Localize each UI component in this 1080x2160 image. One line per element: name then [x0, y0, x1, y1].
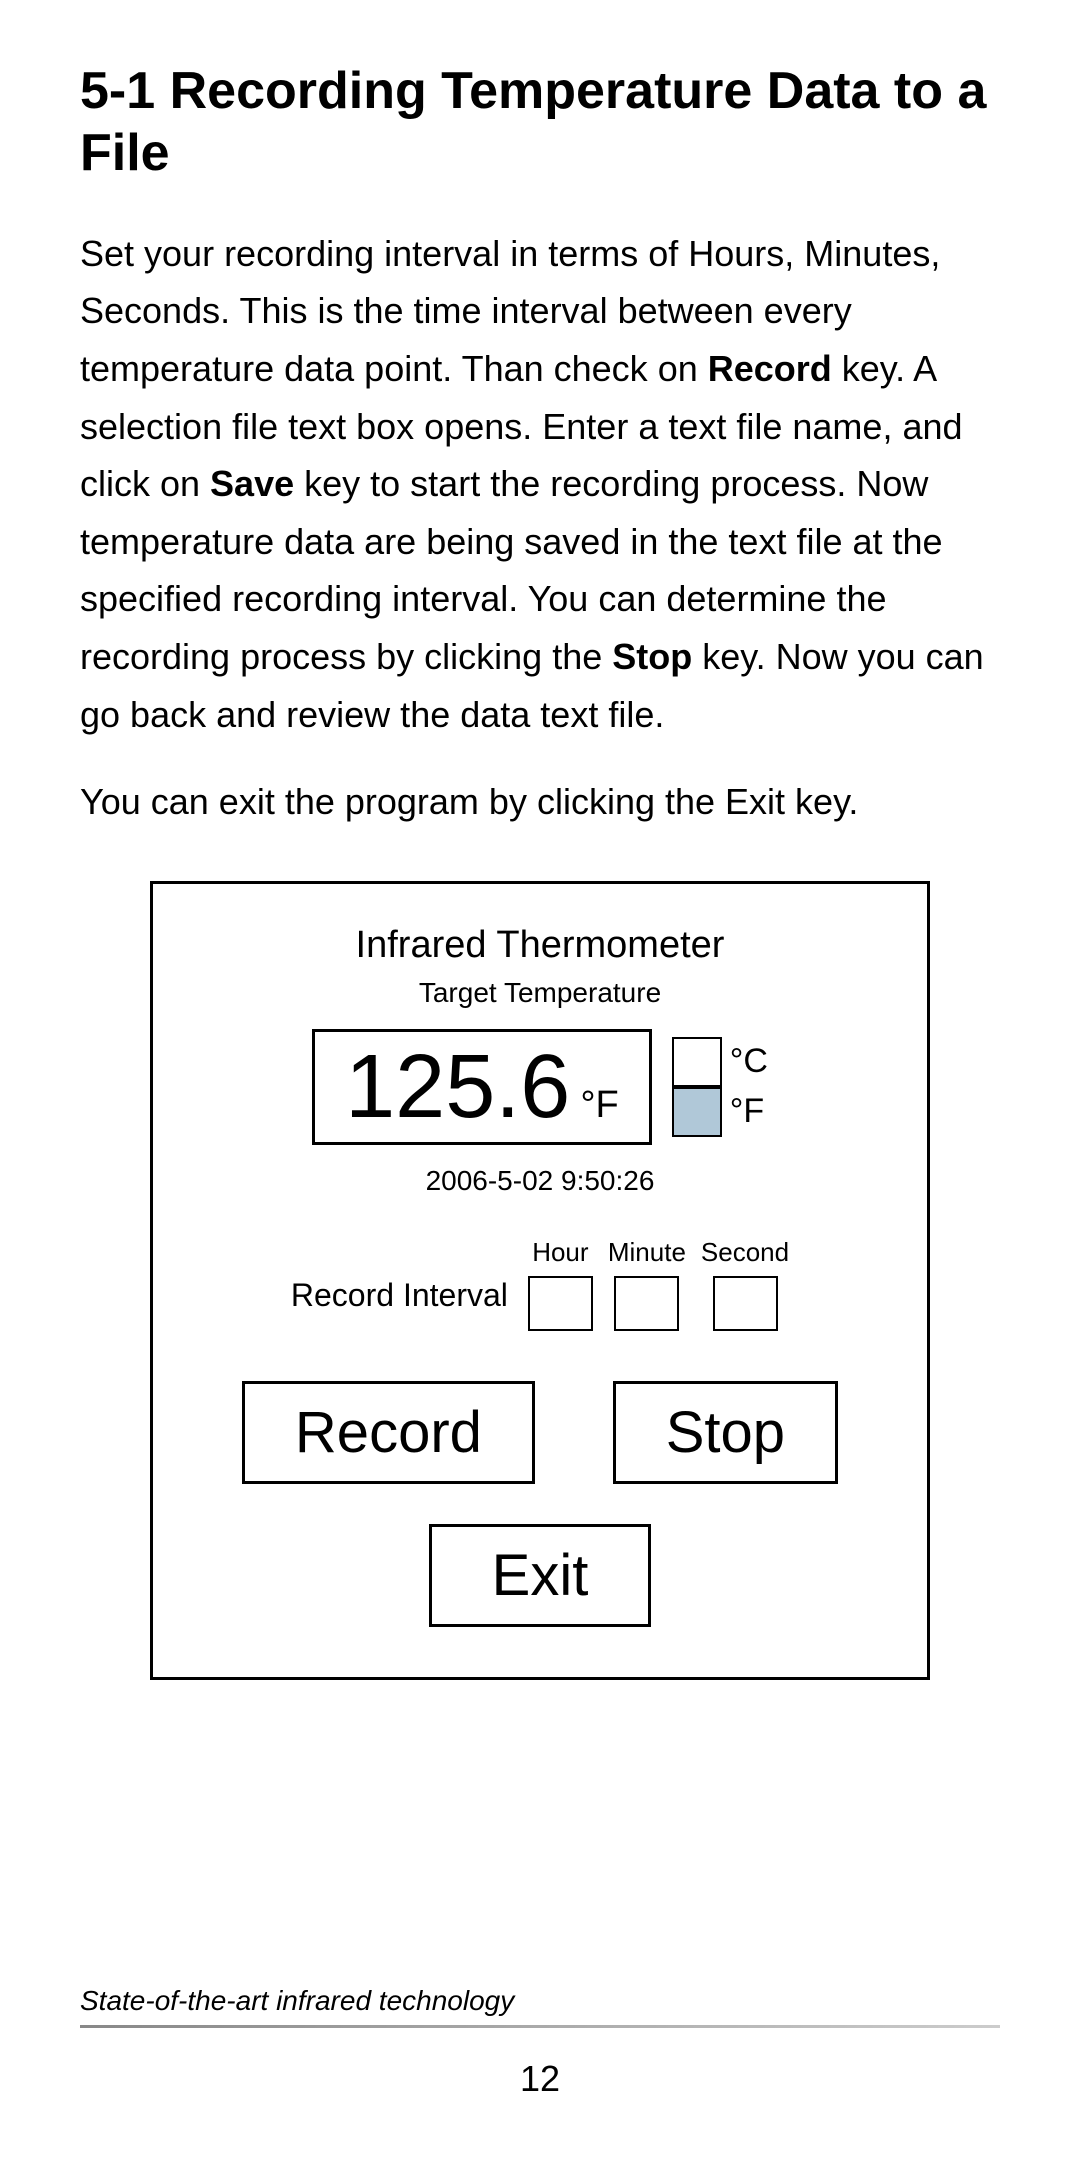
desc-bold-1: Record: [708, 348, 832, 389]
minute-field: Minute: [608, 1237, 686, 1331]
second-input[interactable]: [713, 1276, 778, 1331]
record-interval-label: Record Interval: [291, 1277, 508, 1314]
page-title: 5-1 Recording Temperature Data to a File: [80, 60, 1000, 185]
exit-bold: Exit: [725, 781, 785, 822]
ui-panel: Infrared Thermometer Target Temperature …: [150, 881, 930, 1680]
desc-bold-3: Stop: [612, 636, 692, 677]
celsius-label: °C: [730, 1042, 768, 1081]
exit-row: Exit: [203, 1524, 877, 1627]
exit-description: You can exit the program by clicking the…: [80, 773, 1000, 831]
timestamp: 2006-5-02 9:50:26: [203, 1165, 877, 1197]
temperature-row: 125.6 °F °C °F: [203, 1029, 877, 1145]
page-content: 5-1 Recording Temperature Data to a File…: [80, 60, 1000, 2100]
interval-fields: Hour Minute Second: [528, 1237, 789, 1331]
footer-line: [80, 2025, 1000, 2028]
celsius-option[interactable]: °C: [672, 1037, 768, 1087]
second-label: Second: [701, 1237, 789, 1268]
panel-subtitle: Target Temperature: [203, 977, 877, 1009]
hour-input[interactable]: [528, 1276, 593, 1331]
record-interval-row: Record Interval Hour Minute Second: [203, 1237, 877, 1331]
fahrenheit-option[interactable]: °F: [672, 1087, 768, 1137]
hour-field: Hour: [528, 1237, 593, 1331]
stop-button[interactable]: Stop: [613, 1381, 838, 1484]
footer-tagline: State-of-the-art infrared technology: [80, 1985, 1000, 2017]
temperature-unit: °F: [580, 1084, 618, 1127]
desc-bold-2: Save: [210, 463, 294, 504]
temperature-value: 125.6: [345, 1042, 570, 1132]
unit-selector: °C °F: [672, 1037, 768, 1137]
description-paragraph: Set your recording interval in terms of …: [80, 225, 1000, 743]
minute-input[interactable]: [614, 1276, 679, 1331]
celsius-box[interactable]: [672, 1037, 722, 1087]
fahrenheit-box[interactable]: [672, 1087, 722, 1137]
hour-label: Hour: [532, 1237, 588, 1268]
main-button-row: Record Stop: [203, 1381, 877, 1484]
record-button[interactable]: Record: [242, 1381, 535, 1484]
fahrenheit-label: °F: [730, 1092, 764, 1131]
exit-button[interactable]: Exit: [429, 1524, 652, 1627]
exit-text-1: You can exit the program by clicking the: [80, 781, 725, 822]
minute-label: Minute: [608, 1237, 686, 1268]
exit-text-2: key.: [785, 781, 858, 822]
panel-title: Infrared Thermometer: [203, 924, 877, 967]
second-field: Second: [701, 1237, 789, 1331]
page-number: 12: [80, 2058, 1000, 2100]
temperature-display: 125.6 °F: [312, 1029, 652, 1145]
footer-area: State-of-the-art infrared technology 12: [80, 1925, 1000, 2100]
